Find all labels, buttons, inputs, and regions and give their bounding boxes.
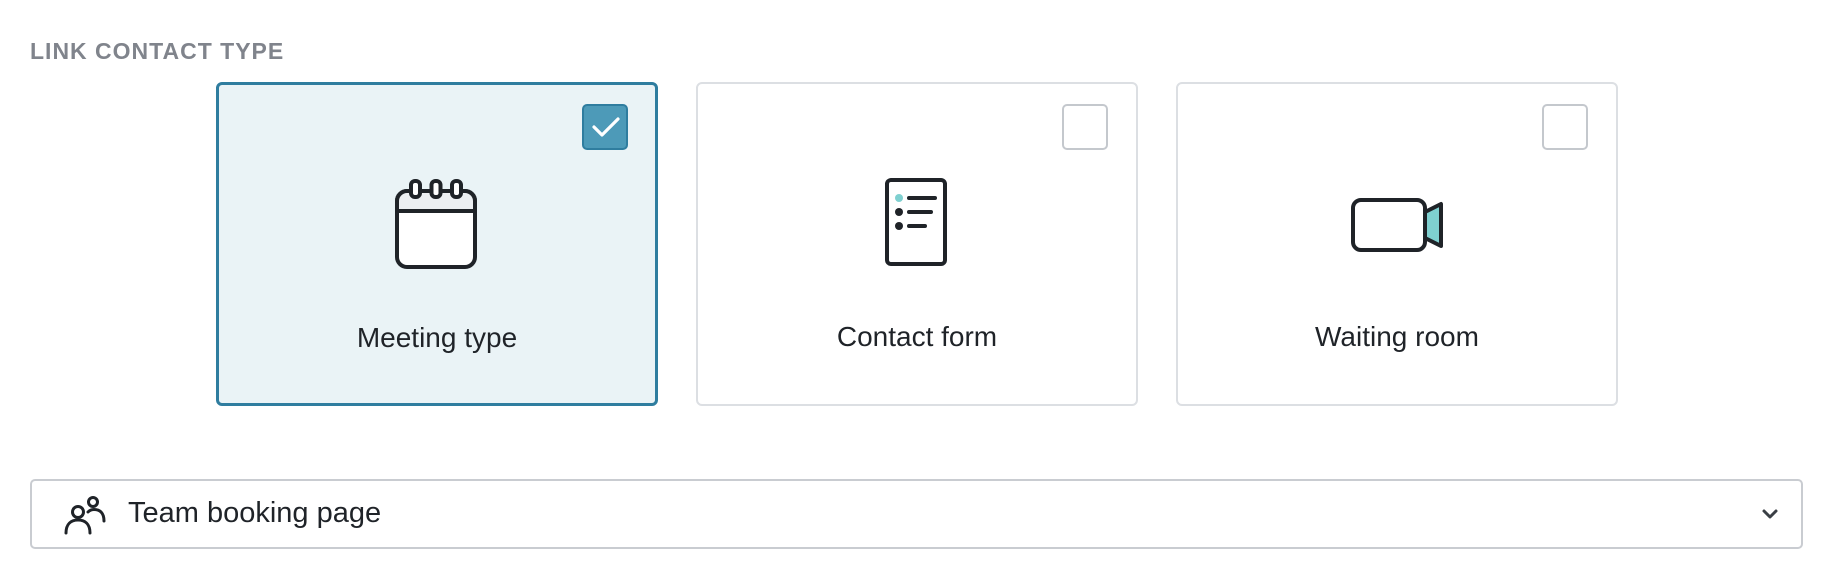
check-icon (592, 117, 620, 137)
waiting-room-checkbox[interactable] (1542, 104, 1588, 150)
video-camera-icon (1351, 198, 1443, 252)
meeting-type-checkbox[interactable] (582, 104, 628, 150)
section-label: LINK CONTACT TYPE (30, 38, 285, 64)
card-label: Waiting room (1315, 321, 1479, 352)
option-meeting-type[interactable]: Meeting type (216, 82, 658, 406)
contact-type-options: Meeting type Contact form Waiting room (216, 82, 1618, 406)
form-icon (885, 178, 947, 266)
contact-form-checkbox[interactable] (1062, 104, 1108, 150)
booking-page-select[interactable]: Team booking page (30, 479, 1803, 549)
chevron-down-icon (1762, 509, 1778, 519)
card-label: Meeting type (356, 322, 518, 353)
selected-booking-page: Team booking page (128, 497, 382, 529)
calendar-icon (395, 179, 477, 269)
option-waiting-room[interactable]: Waiting room (1176, 82, 1618, 406)
card-label: Contact form (836, 321, 998, 352)
team-icon (64, 496, 106, 535)
option-contact-form[interactable]: Contact form (696, 82, 1138, 406)
